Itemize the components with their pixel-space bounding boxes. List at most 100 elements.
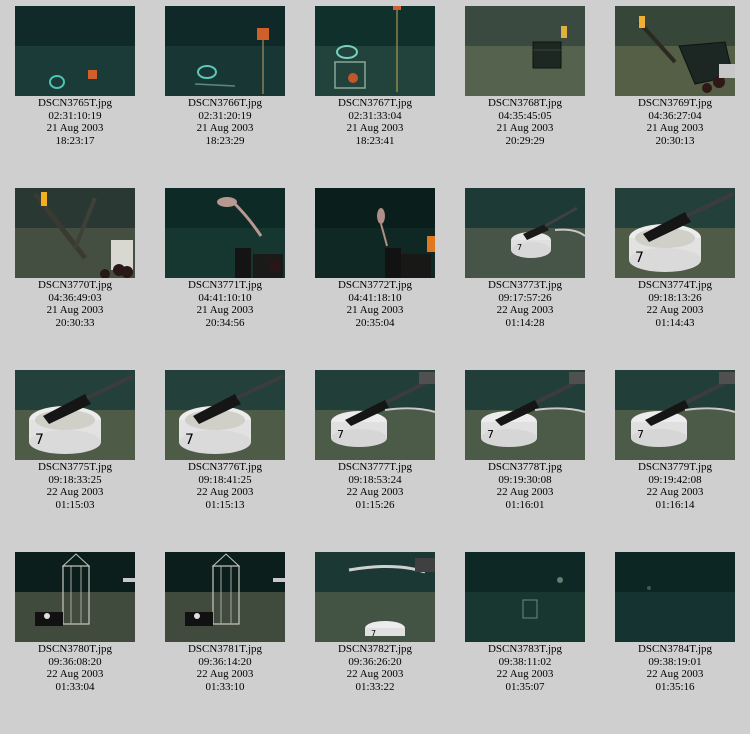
file-name[interactable]: DSCN3776T.jpg — [150, 461, 300, 474]
timecode: 02:31:10:19 — [48, 109, 102, 122]
thumbnail-image[interactable] — [615, 6, 735, 96]
thumbnail-caption: DSCN3767T.jpg 02:31:33:04 21 Aug 2003 18… — [300, 97, 450, 147]
capture-date: 21 Aug 2003 — [646, 122, 704, 134]
thumbnail-caption: DSCN3765T.jpg 02:31:10:19 21 Aug 2003 18… — [0, 97, 150, 147]
thumbnail-caption: DSCN3770T.jpg 04:36:49:03 21 Aug 2003 20… — [0, 279, 150, 329]
thumbnail-cell: 7 DSCN3782T.jpg 09:36:26:20 22 Aug 2003 … — [300, 552, 450, 734]
thumbnail-image[interactable]: 7 — [315, 370, 435, 460]
file-name[interactable]: DSCN3780T.jpg — [0, 643, 150, 656]
thumbnail-image[interactable]: 7 — [315, 552, 435, 642]
capture-date: 22 Aug 2003 — [46, 486, 104, 498]
file-name[interactable]: DSCN3774T.jpg — [600, 279, 750, 292]
thumbnail-cell: DSCN3768T.jpg 04:35:45:05 21 Aug 2003 20… — [450, 6, 600, 188]
thumbnail-image[interactable]: 7 — [615, 370, 735, 460]
thumbnail-image[interactable] — [165, 188, 285, 278]
thumbnail-image[interactable] — [165, 6, 285, 96]
capture-time: 18:23:17 — [55, 134, 95, 147]
capture-time: 18:23:41 — [355, 134, 395, 147]
file-name[interactable]: DSCN3784T.jpg — [600, 643, 750, 656]
capture-time: 01:15:13 — [205, 498, 245, 511]
thumbnail-grid: DSCN3765T.jpg 02:31:10:19 21 Aug 2003 18… — [0, 6, 750, 734]
timecode: 09:36:14:20 — [198, 655, 252, 668]
capture-date: 22 Aug 2003 — [346, 486, 404, 498]
capture-date: 22 Aug 2003 — [346, 668, 404, 680]
capture-date: 22 Aug 2003 — [496, 668, 554, 680]
timecode: 04:41:10:10 — [198, 291, 252, 304]
file-name[interactable]: DSCN3765T.jpg — [0, 97, 150, 110]
thumbnail-cell: 7 DSCN3773T.jpg 09:17:57:26 22 Aug 2003 … — [450, 188, 600, 370]
file-name[interactable]: DSCN3771T.jpg — [150, 279, 300, 292]
file-name[interactable]: DSCN3781T.jpg — [150, 643, 300, 656]
thumbnail-caption: DSCN3782T.jpg 09:36:26:20 22 Aug 2003 01… — [300, 643, 450, 693]
capture-date: 22 Aug 2003 — [496, 304, 554, 316]
file-name[interactable]: DSCN3782T.jpg — [300, 643, 450, 656]
thumbnail-image[interactable] — [15, 6, 135, 96]
capture-date: 22 Aug 2003 — [646, 668, 704, 680]
timecode: 02:31:20:19 — [198, 109, 252, 122]
thumbnail-image[interactable] — [15, 552, 135, 642]
svg-text:7: 7 — [35, 432, 44, 448]
thumbnail-cell: DSCN3769T.jpg 04:36:27:04 21 Aug 2003 20… — [600, 6, 750, 188]
thumbnail-caption: DSCN3776T.jpg 09:18:41:25 22 Aug 2003 01… — [150, 461, 300, 511]
timecode: 09:36:08:20 — [48, 655, 102, 668]
capture-time: 01:15:03 — [55, 498, 95, 511]
thumbnail-image[interactable] — [465, 6, 585, 96]
thumbnail-caption: DSCN3772T.jpg 04:41:18:10 21 Aug 2003 20… — [300, 279, 450, 329]
thumbnail-cell: 7 DSCN3777T.jpg 09:18:53:24 22 Aug 2003 … — [300, 370, 450, 552]
thumbnail-image[interactable]: 7 — [15, 370, 135, 460]
thumbnail-image[interactable]: 7 — [165, 370, 285, 460]
thumbnail-caption: DSCN3773T.jpg 09:17:57:26 22 Aug 2003 01… — [450, 279, 600, 329]
capture-date: 21 Aug 2003 — [196, 122, 254, 134]
timecode: 09:36:26:20 — [348, 655, 402, 668]
file-name[interactable]: DSCN3779T.jpg — [600, 461, 750, 474]
file-name[interactable]: DSCN3768T.jpg — [450, 97, 600, 110]
thumbnail-image[interactable] — [615, 552, 735, 642]
capture-time: 01:35:16 — [655, 680, 695, 693]
thumbnail-cell: DSCN3765T.jpg 02:31:10:19 21 Aug 2003 18… — [0, 6, 150, 188]
thumbnail-row: DSCN3770T.jpg 04:36:49:03 21 Aug 2003 20… — [0, 188, 750, 370]
capture-time: 01:14:28 — [505, 316, 545, 329]
timecode: 04:36:49:03 — [48, 291, 102, 304]
thumbnail-cell: 7 DSCN3778T.jpg 09:19:30:08 22 Aug 2003 … — [450, 370, 600, 552]
capture-time: 01:35:07 — [505, 680, 545, 693]
thumbnail-image[interactable]: 7 — [465, 188, 585, 278]
thumbnail-image[interactable]: 7 — [465, 370, 585, 460]
timecode: 09:18:53:24 — [348, 473, 402, 486]
thumbnail-cell: DSCN3772T.jpg 04:41:18:10 21 Aug 2003 20… — [300, 188, 450, 370]
file-name[interactable]: DSCN3778T.jpg — [450, 461, 600, 474]
thumbnail-image[interactable]: 7 — [615, 188, 735, 278]
thumbnail-image[interactable] — [165, 552, 285, 642]
thumbnail-caption: DSCN3766T.jpg 02:31:20:19 21 Aug 2003 18… — [150, 97, 300, 147]
timecode: 09:19:42:08 — [648, 473, 702, 486]
capture-date: 22 Aug 2003 — [496, 486, 554, 498]
capture-time: 01:16:01 — [505, 498, 545, 511]
capture-date: 22 Aug 2003 — [196, 668, 254, 680]
capture-time: 01:33:22 — [355, 680, 395, 693]
file-name[interactable]: DSCN3769T.jpg — [600, 97, 750, 110]
thumbnail-caption: DSCN3781T.jpg 09:36:14:20 22 Aug 2003 01… — [150, 643, 300, 693]
svg-text:7: 7 — [517, 243, 522, 252]
thumbnail-image[interactable] — [15, 188, 135, 278]
file-name[interactable]: DSCN3767T.jpg — [300, 97, 450, 110]
thumbnail-image[interactable] — [315, 6, 435, 96]
file-name[interactable]: DSCN3772T.jpg — [300, 279, 450, 292]
file-name[interactable]: DSCN3773T.jpg — [450, 279, 600, 292]
timecode: 09:19:30:08 — [498, 473, 552, 486]
timecode: 09:17:57:26 — [498, 291, 552, 304]
thumbnail-caption: DSCN3771T.jpg 04:41:10:10 21 Aug 2003 20… — [150, 279, 300, 329]
file-name[interactable]: DSCN3770T.jpg — [0, 279, 150, 292]
capture-time: 20:29:29 — [505, 134, 545, 147]
thumbnail-image[interactable] — [315, 188, 435, 278]
thumbnail-image[interactable] — [465, 552, 585, 642]
file-name[interactable]: DSCN3783T.jpg — [450, 643, 600, 656]
thumbnail-cell: 7 DSCN3774T.jpg 09:18:13:26 22 Aug 2003 … — [600, 188, 750, 370]
thumbnail-cell: 7 DSCN3779T.jpg 09:19:42:08 22 Aug 2003 … — [600, 370, 750, 552]
thumbnail-cell: DSCN3771T.jpg 04:41:10:10 21 Aug 2003 20… — [150, 188, 300, 370]
capture-time: 01:14:43 — [655, 316, 695, 329]
thumbnail-caption: DSCN3784T.jpg 09:38:19:01 22 Aug 2003 01… — [600, 643, 750, 693]
file-name[interactable]: DSCN3766T.jpg — [150, 97, 300, 110]
file-name[interactable]: DSCN3777T.jpg — [300, 461, 450, 474]
capture-date: 22 Aug 2003 — [196, 486, 254, 498]
file-name[interactable]: DSCN3775T.jpg — [0, 461, 150, 474]
thumbnail-row: DSCN3780T.jpg 09:36:08:20 22 Aug 2003 01… — [0, 552, 750, 734]
